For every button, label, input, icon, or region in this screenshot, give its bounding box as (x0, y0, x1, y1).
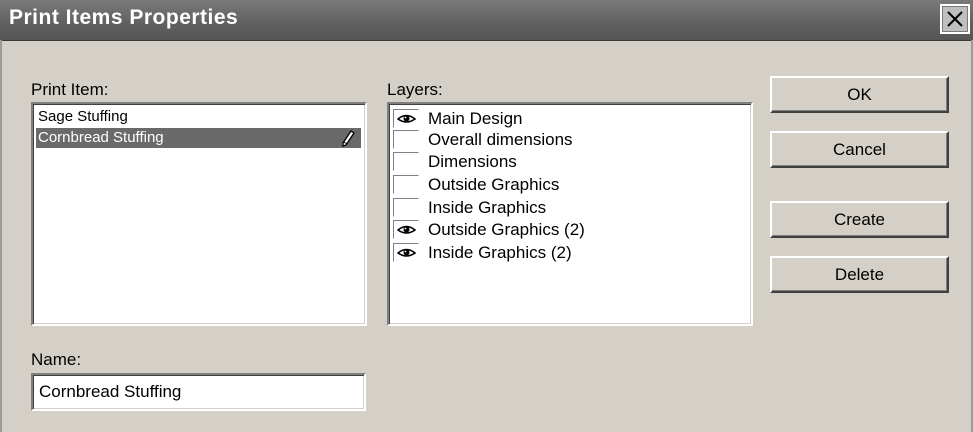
layer-label: Inside Graphics (2) (428, 243, 572, 262)
close-icon (947, 11, 963, 27)
layer-label: Inside Graphics (428, 198, 547, 217)
layer-label: Overall dimensions (428, 130, 573, 149)
layer-outside-graphics[interactable]: Outside Graphics (393, 174, 743, 196)
name-input[interactable]: Cornbread Stuffing (31, 373, 366, 411)
eye-icon (397, 114, 416, 123)
layer-visibility-toggle[interactable] (393, 109, 419, 128)
layer-visibility-toggle[interactable] (393, 175, 419, 194)
layers-label: Layers: (387, 80, 443, 99)
eye-icon (397, 248, 416, 257)
layer-outside-graphics-2[interactable]: Outside Graphics (2) (393, 219, 743, 241)
window-title: Print Items Properties (9, 6, 239, 29)
layer-visibility-toggle[interactable] (393, 198, 419, 217)
layer-main-design[interactable]: Main Design (393, 108, 743, 130)
print-item-text: Cornbread Stuffing (38, 129, 164, 146)
print-item-sage-stuffing[interactable]: Sage Stuffing (36, 107, 361, 127)
print-item-cornbread-stuffing[interactable]: Cornbread Stuffing (36, 128, 361, 148)
name-label: Name: (31, 350, 82, 369)
layer-overall-dimensions[interactable]: Overall dimensions (393, 129, 743, 151)
layer-visibility-toggle[interactable] (393, 220, 419, 239)
layer-inside-graphics-2[interactable]: Inside Graphics (2) (393, 242, 743, 264)
ok-button[interactable]: OK (770, 76, 949, 113)
layer-label: Outside Graphics (2) (428, 220, 585, 239)
print-item-label: Print Item: (31, 80, 109, 99)
layer-label: Dimensions (428, 152, 517, 171)
layer-visibility-toggle[interactable] (393, 130, 419, 149)
cancel-button[interactable]: Cancel (770, 131, 949, 168)
close-button[interactable] (940, 4, 970, 34)
print-item-list[interactable]: Sage Stuffing Cornbread Stuffing (31, 102, 367, 326)
layer-dimensions[interactable]: Dimensions (393, 151, 743, 173)
layers-list[interactable]: Main Design Overall dimensions Dimension… (387, 102, 753, 326)
eye-icon (397, 225, 416, 234)
window-frame-left (0, 40, 2, 432)
delete-button[interactable]: Delete (770, 256, 949, 293)
layer-visibility-toggle[interactable] (393, 152, 419, 171)
print-item-text: Sage Stuffing (38, 108, 128, 125)
layer-inside-graphics[interactable]: Inside Graphics (393, 197, 743, 219)
title-bar: Print Items Properties (0, 0, 973, 41)
pencil-icon (342, 130, 355, 147)
layer-label: Outside Graphics (428, 175, 560, 194)
create-button[interactable]: Create (770, 201, 949, 238)
layer-visibility-toggle[interactable] (393, 243, 419, 262)
layer-label: Main Design (428, 109, 523, 128)
